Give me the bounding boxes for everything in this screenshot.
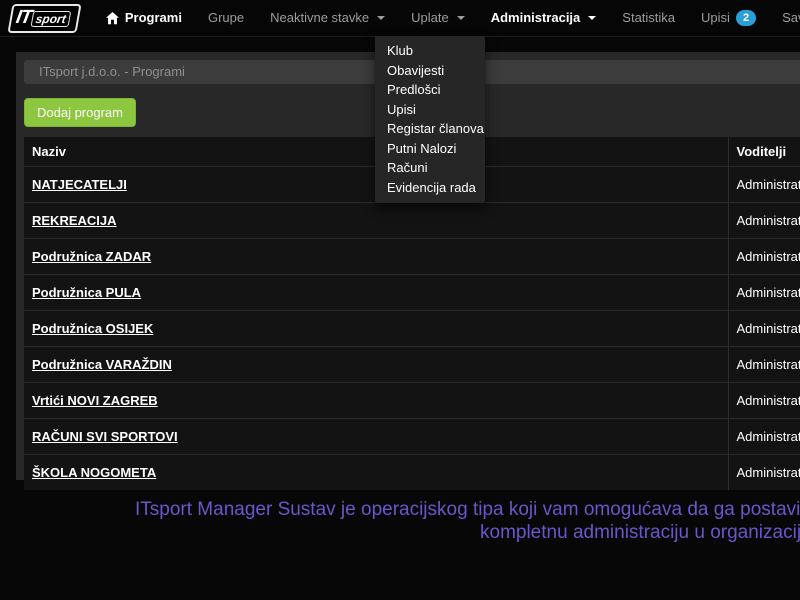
- nav-label: Uplate: [411, 0, 449, 36]
- chevron-down-icon: [377, 16, 385, 20]
- voditelji-cell: Administrator: [728, 275, 800, 311]
- table-row: Podružnica OSIJEK Administrator: [24, 311, 800, 347]
- column-header-voditelji: Voditelji: [728, 137, 800, 167]
- menu-item-racuni[interactable]: Računi: [375, 158, 485, 178]
- program-link[interactable]: Podružnica PULA: [32, 285, 141, 300]
- nav-label: Upisi: [701, 0, 730, 36]
- menu-item-predlosci[interactable]: Predlošci: [375, 80, 485, 100]
- nav-item-statistika[interactable]: Statistika: [609, 0, 688, 36]
- menu-item-obavijesti[interactable]: Obavijesti: [375, 61, 485, 81]
- nav-item-programi[interactable]: Programi: [93, 0, 195, 36]
- nav-label: Grupe: [208, 0, 244, 36]
- table-row: REKREACIJA Administrator: [24, 203, 800, 239]
- table-row: Podružnica VARAŽDIN Administrator: [24, 347, 800, 383]
- voditelji-cell: Administrator: [728, 167, 800, 203]
- footer-promo-line-2: kompletnu administraciju u organizacijsk…: [480, 522, 800, 544]
- nav-label: Administracija: [491, 0, 581, 36]
- nav-label: Savezi: [782, 0, 800, 36]
- top-navbar: IT sport Programi Grupe Neaktivne stavke…: [0, 0, 800, 37]
- nav-item-savezi[interactable]: Savezi: [769, 0, 800, 36]
- logo-sport-text: sport: [30, 11, 71, 27]
- voditelji-cell: Administrator: [728, 419, 800, 455]
- program-link[interactable]: REKREACIJA: [32, 213, 117, 228]
- table-row: Podružnica PULA Administrator: [24, 275, 800, 311]
- menu-item-registar-clanova[interactable]: Registar članova: [375, 119, 485, 139]
- nav-item-uplate[interactable]: Uplate: [398, 0, 478, 36]
- menu-item-klub[interactable]: Klub: [375, 41, 485, 61]
- table-row: RAČUNI SVI SPORTOVI Administrator: [24, 419, 800, 455]
- nav-item-administracija[interactable]: Administracija: [478, 0, 610, 36]
- voditelji-cell: Administrator: [728, 239, 800, 275]
- menu-item-putni-nalozi[interactable]: Putni Nalozi: [375, 139, 485, 159]
- nav-label: Programi: [125, 0, 182, 36]
- add-program-button[interactable]: Dodaj program: [24, 98, 136, 127]
- program-link[interactable]: Podružnica VARAŽDIN: [32, 357, 172, 372]
- upisi-count-badge: 2: [736, 10, 756, 26]
- table-row: Podružnica ZADAR Administrator: [24, 239, 800, 275]
- nav-label: Statistika: [622, 0, 675, 36]
- voditelji-cell: Administrator: [728, 203, 800, 239]
- nav-label: Neaktivne stavke: [270, 0, 369, 36]
- nav-menu: Programi Grupe Neaktivne stavke Uplate A…: [93, 0, 800, 36]
- menu-item-evidencija-rada[interactable]: Evidencija rada: [375, 178, 485, 198]
- program-link[interactable]: Podružnica ZADAR: [32, 249, 151, 264]
- administracija-dropdown-menu: Klub Obavijesti Predlošci Upisi Registar…: [375, 36, 485, 203]
- voditelji-cell: Administrator: [728, 311, 800, 347]
- program-link[interactable]: NATJECATELJI: [32, 177, 127, 192]
- voditelji-cell: Administrator: [728, 383, 800, 419]
- table-row: ŠKOLA NOGOMETA Administrator: [24, 455, 800, 491]
- program-link[interactable]: RAČUNI SVI SPORTOVI: [32, 429, 178, 444]
- footer-promo-line-1: ITsport Manager Sustav je operacijskog t…: [135, 499, 800, 521]
- nav-item-grupe[interactable]: Grupe: [195, 0, 257, 36]
- voditelji-cell: Administrator: [728, 347, 800, 383]
- program-link[interactable]: Vrtići NOVI ZAGREB: [32, 393, 158, 408]
- voditelji-cell: Administrator: [728, 455, 800, 491]
- itsport-logo[interactable]: IT sport: [7, 4, 81, 33]
- nav-item-upisi[interactable]: Upisi 2: [688, 0, 769, 36]
- chevron-down-icon: [588, 16, 596, 20]
- chevron-down-icon: [457, 16, 465, 20]
- table-row: Vrtići NOVI ZAGREB Administrator: [24, 383, 800, 419]
- menu-item-upisi[interactable]: Upisi: [375, 100, 485, 120]
- program-link[interactable]: Podružnica OSIJEK: [32, 321, 153, 336]
- nav-item-neaktivne-stavke[interactable]: Neaktivne stavke: [257, 0, 398, 36]
- program-link[interactable]: ŠKOLA NOGOMETA: [32, 465, 156, 480]
- home-icon: [106, 12, 119, 25]
